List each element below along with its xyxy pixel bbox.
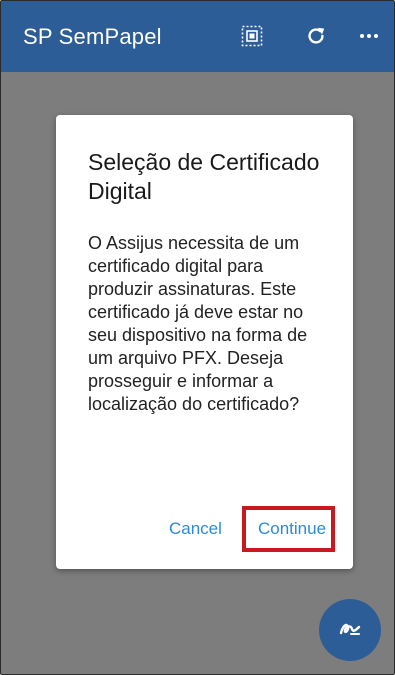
dialog-message: O Assijus necessita de um certificado di… [88,233,308,414]
certificate-dialog: Seleção de Certificado Digital O Assijus… [56,115,353,569]
sign-fab-button[interactable] [319,599,381,661]
cancel-button[interactable]: Cancel [169,519,222,539]
app-title: SP SemPapel [23,24,162,49]
phone-screen: SP SemPapel Seleção de Certificado Digit… [0,0,395,675]
dialog-title: Seleção de Certificado Digital [88,149,320,204]
signature-icon [337,615,363,646]
more-icon[interactable] [358,25,380,47]
scan-icon[interactable] [241,25,263,47]
continue-highlight-box [242,506,335,552]
refresh-icon[interactable] [305,25,327,47]
app-bar: SP SemPapel [1,1,394,72]
